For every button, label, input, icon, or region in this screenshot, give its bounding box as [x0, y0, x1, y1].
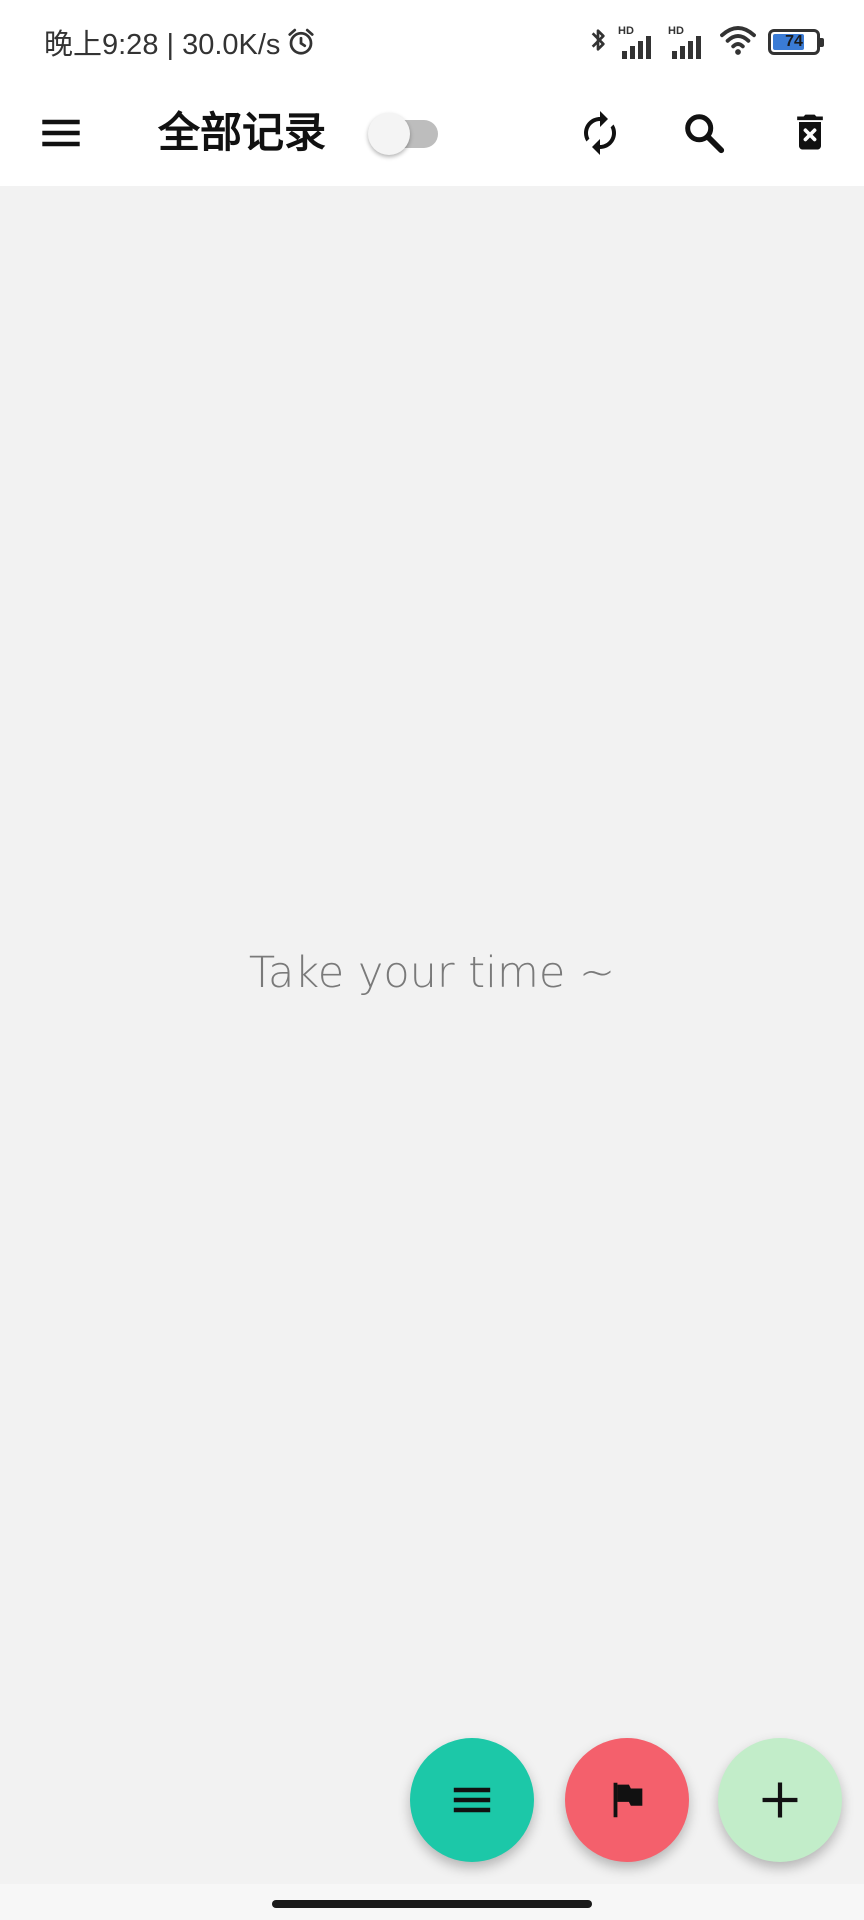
flag-fab[interactable]: [565, 1738, 689, 1862]
signal-hd-icon: HD: [668, 25, 708, 59]
menu-icon: [42, 119, 80, 147]
page-title: 全部记录: [158, 108, 327, 157]
status-time: 晚上9:28 | 30.0K/s: [44, 29, 281, 61]
plus-icon: [762, 1782, 798, 1818]
refresh-button[interactable]: [564, 97, 636, 169]
toggle-thumb: [368, 113, 410, 155]
status-bar: 晚上9:28 | 30.0K/s HD HD 74: [0, 0, 864, 80]
status-left: 晚上9:28 | 30.0K/s: [44, 20, 316, 64]
search-button[interactable]: [668, 97, 740, 169]
add-fab[interactable]: [718, 1738, 842, 1862]
menu-button[interactable]: [25, 97, 97, 169]
search-icon: [685, 114, 725, 154]
battery-icon: 74: [768, 29, 824, 55]
records-list-area[interactable]: Take your time ~: [0, 186, 864, 1884]
signal-hd-icon: HD: [618, 25, 658, 59]
app-bar: 全部记录: [0, 80, 864, 186]
empty-state-message: Take your time ~: [248, 948, 616, 998]
battery-level: 74: [785, 33, 803, 50]
status-right: HD HD 74: [588, 22, 824, 62]
bluetooth-icon: [588, 24, 608, 60]
home-indicator[interactable]: [272, 1900, 592, 1908]
flag-icon: [613, 1782, 643, 1818]
list-fab[interactable]: [410, 1738, 534, 1862]
list-icon: [453, 1787, 491, 1813]
wifi-icon: [718, 24, 758, 60]
delete-all-button[interactable]: [774, 97, 846, 169]
system-navigation-bar: [0, 1884, 864, 1920]
alarm-icon: [286, 27, 316, 57]
delete-icon: [797, 114, 823, 150]
refresh-icon: [584, 111, 616, 155]
record-toggle[interactable]: [366, 106, 440, 160]
